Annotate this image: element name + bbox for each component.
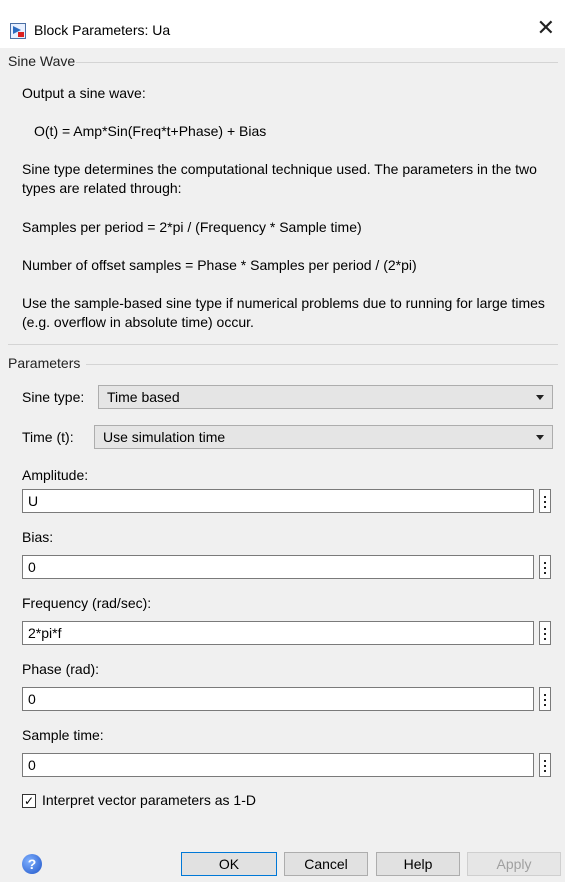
group-divider (86, 364, 558, 365)
group-title-parameters: Parameters (8, 355, 81, 371)
sine-type-select[interactable]: Time based (98, 385, 553, 409)
description-paragraph: Sine type determines the computational t… (22, 161, 537, 196)
amplitude-more-button[interactable] (539, 489, 551, 513)
close-icon[interactable]: ✕ (537, 17, 555, 39)
ok-button[interactable]: OK (181, 852, 277, 876)
chevron-down-icon (536, 435, 544, 440)
dialog-body: Sine Wave Output a sine wave: O(t) = Amp… (0, 48, 565, 882)
bias-input[interactable]: 0 (22, 555, 534, 579)
phase-input[interactable]: 0 (22, 687, 534, 711)
phase-label: Phase (rad): (22, 661, 100, 677)
phase-more-button[interactable] (539, 687, 551, 711)
frequency-label: Frequency (rad/sec): (22, 595, 152, 611)
time-value: Use simulation time (103, 429, 226, 445)
sample-time-label: Sample time: (22, 727, 104, 743)
amplitude-label: Amplitude: (22, 467, 89, 483)
group-title-sine-wave: Sine Wave (8, 53, 76, 69)
simulink-block-icon (10, 23, 26, 39)
help-button[interactable]: Help (376, 852, 460, 876)
frequency-more-button[interactable] (539, 621, 551, 645)
sine-type-label: Sine type: (22, 389, 85, 405)
time-label: Time (t): (22, 429, 74, 445)
help-icon[interactable]: ? (22, 854, 42, 874)
apply-button[interactable]: Apply (467, 852, 561, 876)
section-divider (8, 344, 558, 345)
description-equation-1: Samples per period = 2*pi / (Frequency *… (22, 219, 362, 235)
frequency-input[interactable]: 2*pi*f (22, 621, 534, 645)
amplitude-input[interactable]: U (22, 489, 534, 513)
sample-time-input[interactable]: 0 (22, 753, 534, 777)
sample-time-more-button[interactable] (539, 753, 551, 777)
bias-more-button[interactable] (539, 555, 551, 579)
bias-label: Bias: (22, 529, 54, 545)
cancel-button[interactable]: Cancel (284, 852, 368, 876)
group-divider (76, 62, 558, 63)
description-note: Use the sample-based sine type if numeri… (22, 295, 545, 330)
chevron-down-icon (536, 395, 544, 400)
interpret-vector-checkbox[interactable]: ✓ (22, 794, 36, 808)
description-line: Output a sine wave: (22, 85, 146, 101)
interpret-vector-label: Interpret vector parameters as 1-D (42, 792, 256, 808)
window-title: Block Parameters: Ua (34, 22, 171, 38)
time-select[interactable]: Use simulation time (94, 425, 553, 449)
description-equation-2: Number of offset samples = Phase * Sampl… (22, 257, 417, 273)
sine-type-value: Time based (107, 389, 180, 405)
description-formula: O(t) = Amp*Sin(Freq*t+Phase) + Bias (34, 123, 267, 139)
title-bar: Block Parameters: Ua ✕ (0, 12, 565, 48)
